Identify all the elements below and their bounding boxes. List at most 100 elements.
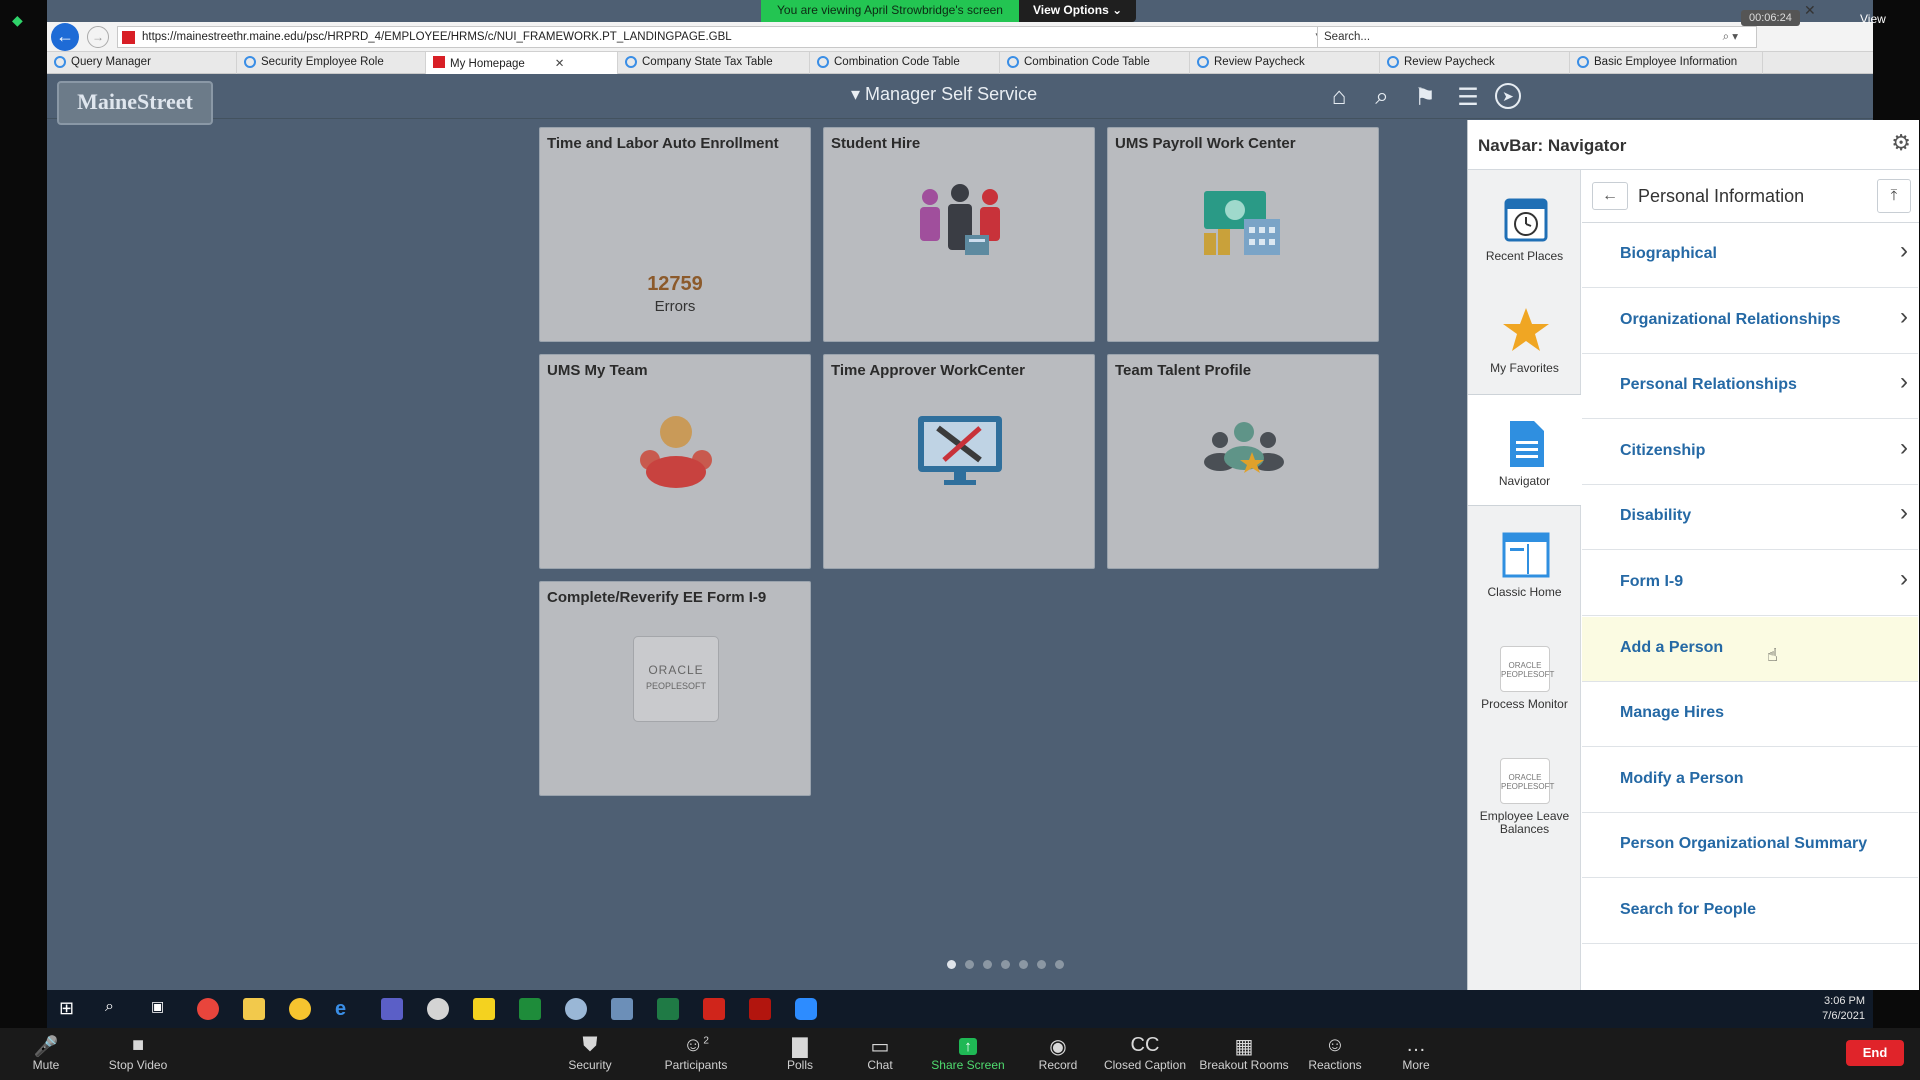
navigator-item-person-organizational-summary[interactable]: Person Organizational Summary — [1582, 813, 1918, 879]
navigator-section-header: ← Personal Information ⤒ — [1582, 170, 1919, 223]
gear-icon[interactable]: ⚙ — [1891, 130, 1911, 156]
app-icon[interactable] — [427, 998, 449, 1020]
acrobat-icon[interactable] — [703, 998, 725, 1020]
page-dot[interactable] — [1037, 960, 1046, 969]
browser-tab[interactable]: My Homepage ✕ — [426, 52, 618, 74]
browser-search-input[interactable]: Search... ⌕ ▾ — [1317, 26, 1757, 48]
shield-icon: ⛊ — [582, 1034, 598, 1056]
browser-tab-label: Review Paycheck — [1214, 56, 1305, 68]
navigator-item-manage-hires[interactable]: Manage Hires — [1582, 682, 1918, 748]
app-green-icon[interactable] — [519, 998, 541, 1020]
navigator-item-personal-relationships[interactable]: Personal Relationships › — [1582, 354, 1918, 420]
navbar-item-process-monitor[interactable]: ORACLE PEOPLESOFT Process Monitor — [1468, 618, 1581, 730]
browser-tab[interactable]: Review Paycheck — [1380, 52, 1570, 74]
zoom-control-label: Chat — [867, 1058, 893, 1072]
page-dot[interactable] — [947, 960, 956, 969]
search-icon[interactable]: ⌕ — [1367, 83, 1397, 113]
teams-icon[interactable] — [381, 998, 403, 1020]
tile-time-approver-workcenter[interactable]: Time Approver WorkCenter — [823, 354, 1095, 569]
url-field[interactable]: https://mainestreethr.maine.edu/psc/HRPR… — [117, 26, 1357, 48]
ie-page-icon — [244, 56, 256, 68]
task-view-icon[interactable]: ▣ — [151, 998, 173, 1020]
calculator-icon[interactable] — [611, 998, 633, 1020]
zoom-icon[interactable] — [795, 998, 817, 1020]
navigator-item-disability[interactable]: Disability › — [1582, 485, 1918, 551]
tile-team-talent-profile[interactable]: Team Talent Profile — [1107, 354, 1379, 569]
windows-start-icon[interactable]: ⊞ — [59, 998, 81, 1020]
view-button[interactable]: View — [1860, 12, 1886, 26]
tile-time-labor-auto-enrollment[interactable]: Time and Labor Auto Enrollment 12759 Err… — [539, 127, 811, 342]
acrobat-reader-icon[interactable] — [749, 998, 771, 1020]
browser-tab[interactable]: Query Manager — [47, 52, 237, 74]
browser-tab[interactable]: Security Employee Role — [237, 52, 426, 74]
homepage-selector[interactable]: ▾ Manager Self Service — [851, 84, 1037, 105]
tile-ums-payroll-work-center[interactable]: UMS Payroll Work Center — [1107, 127, 1379, 342]
search-icon[interactable]: ⌕ — [105, 998, 127, 1020]
excel-icon[interactable] — [657, 998, 679, 1020]
tile-complete-reverify-i9[interactable]: Complete/Reverify EE Form I-9 ORACLE PEO… — [539, 581, 811, 796]
navigator-item-citizenship[interactable]: Citizenship › — [1582, 420, 1918, 485]
system-clock[interactable]: 3:06 PM 7/6/2021 — [1822, 994, 1865, 1024]
navbar-tile-list: Recent Places My Favorites Navigator Cla… — [1468, 170, 1581, 990]
navbar-item-navigator[interactable]: Navigator — [1468, 394, 1581, 506]
participant-count: 2 — [703, 1035, 709, 1047]
mainestreet-logo[interactable]: MaineStreet — [57, 81, 213, 125]
navbar-item-my-favorites[interactable]: My Favorites — [1468, 282, 1581, 394]
zoom-closed-caption-button[interactable]: CC Closed Caption — [1090, 1034, 1200, 1072]
navigator-item-modify-a-person[interactable]: Modify a Person — [1582, 748, 1918, 813]
end-meeting-button[interactable]: End — [1846, 1040, 1904, 1066]
tile-student-hire[interactable]: Student Hire — [823, 127, 1095, 342]
navigator-item-add-a-person[interactable]: Add a Person ☝ — [1582, 616, 1918, 682]
navbar-compass-icon[interactable]: ➤ — [1495, 83, 1521, 109]
app-yellow-circle-icon[interactable] — [289, 998, 311, 1020]
browser-tab-label: Basic Employee Information — [1594, 56, 1738, 68]
browser-tab[interactable]: Review Paycheck — [1190, 52, 1380, 74]
site-favicon-icon — [433, 56, 445, 68]
page-dot[interactable] — [983, 960, 992, 969]
app-globe-icon[interactable] — [565, 998, 587, 1020]
page-dot[interactable] — [965, 960, 974, 969]
tile-ums-my-team[interactable]: UMS My Team — [539, 354, 811, 569]
more-icon: … — [1406, 1034, 1426, 1056]
view-options-button[interactable]: View Options ⌄ — [1018, 0, 1137, 22]
chevron-right-icon: › — [1900, 565, 1908, 592]
zoom-security-button[interactable]: ⛊ Security — [535, 1034, 645, 1072]
chrome-icon[interactable] — [197, 998, 219, 1020]
navigator-item-label: Manage Hires — [1620, 704, 1725, 722]
zoom-more-button[interactable]: … More — [1361, 1034, 1471, 1072]
file-explorer-icon[interactable] — [243, 998, 265, 1020]
actions-menu-icon[interactable]: ☰ — [1453, 83, 1483, 113]
page-dot[interactable] — [1019, 960, 1028, 969]
navigator-item-search-for-people[interactable]: Search for People — [1582, 879, 1918, 944]
navigator-item-form-i-9[interactable]: Form I-9 › — [1582, 551, 1918, 616]
sticky-notes-icon[interactable] — [473, 998, 495, 1020]
navigator-item-biographical[interactable]: Biographical › — [1582, 223, 1918, 288]
back-arrow-icon[interactable]: ← — [1592, 182, 1628, 210]
search-icon[interactable]: ⌕ ▾ — [1723, 29, 1738, 44]
navbar-item-recent-places[interactable]: Recent Places — [1468, 170, 1581, 282]
browser-tab[interactable]: Combination Code Table — [1000, 52, 1190, 74]
navbar-item-employee-leave-balances[interactable]: ORACLE PEOPLESOFT Employee Leave Balances — [1468, 730, 1581, 842]
chevron-right-icon: › — [1900, 368, 1908, 396]
browser-tab[interactable]: Combination Code Table — [810, 52, 1000, 74]
url-text: https://mainestreethr.maine.edu/psc/HRPR… — [142, 31, 732, 43]
close-window-icon[interactable]: ✕ — [1804, 2, 1816, 19]
ie-page-icon — [625, 56, 637, 68]
navigator-item-organizational-relationships[interactable]: Organizational Relationships › — [1582, 289, 1918, 354]
back-button[interactable]: ← — [51, 23, 79, 51]
internet-explorer-icon[interactable]: e — [335, 998, 357, 1020]
home-icon[interactable]: ⌂ — [1324, 83, 1354, 113]
notifications-flag-icon[interactable]: ⚑ — [1410, 83, 1440, 113]
navigator-top-icon[interactable]: ⤒ — [1877, 179, 1911, 213]
browser-tab[interactable]: Basic Employee Information — [1570, 52, 1763, 74]
forward-button[interactable]: → — [87, 26, 109, 48]
zoom-stop-video-button[interactable]: ■ Stop Video — [83, 1034, 193, 1072]
page-dot[interactable] — [1001, 960, 1010, 969]
browser-tab-label: Query Manager — [71, 56, 151, 68]
oracle-icon: ORACLE PEOPLESOFT — [1500, 646, 1554, 692]
close-tab-icon[interactable]: ✕ — [555, 58, 565, 70]
browser-tab[interactable]: Company State Tax Table — [618, 52, 810, 74]
zoom-participants-button[interactable]: ☺2 Participants — [641, 1034, 751, 1072]
page-dot[interactable] — [1055, 960, 1064, 969]
navbar-item-classic-home[interactable]: Classic Home — [1468, 506, 1581, 618]
